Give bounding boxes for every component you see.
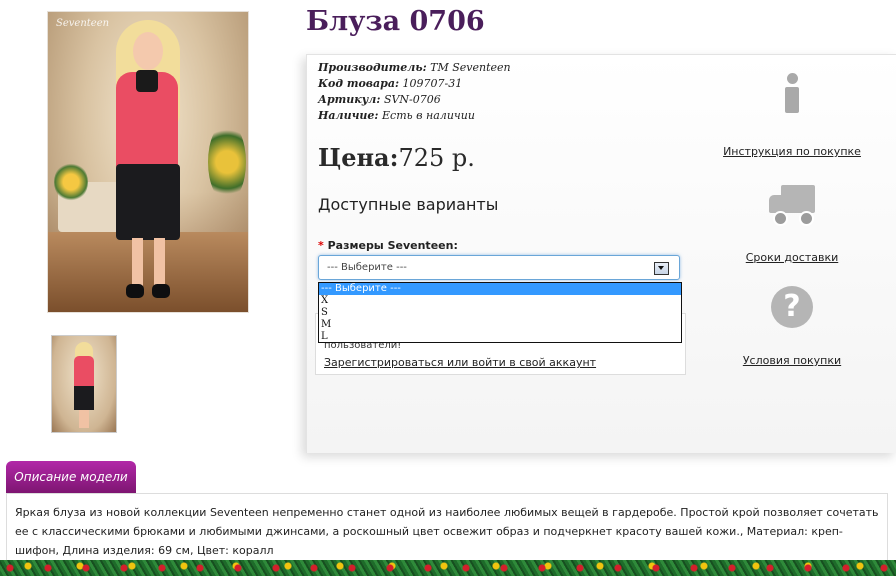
variants-title: Доступные варианты bbox=[318, 195, 499, 214]
size-option-s[interactable]: S bbox=[319, 307, 681, 319]
thumb-skirt bbox=[74, 386, 94, 410]
model-leg-right bbox=[154, 238, 165, 286]
instructions-link[interactable]: Инструкция по покупке bbox=[707, 145, 877, 158]
spec-article: Артикул: SVN-0706 bbox=[318, 93, 441, 106]
model-leg-left bbox=[132, 238, 143, 286]
product-title: Блуза 0706 bbox=[306, 6, 485, 37]
terms-link[interactable]: Условия покупки bbox=[707, 354, 877, 367]
required-mark: * bbox=[318, 239, 324, 252]
info-icon[interactable] bbox=[781, 73, 803, 115]
spec-manufacturer: Производитель: ТМ Seventeen bbox=[318, 61, 511, 74]
spec-availability: Наличие: Есть в наличии bbox=[318, 109, 475, 122]
model-face bbox=[133, 32, 163, 70]
delivery-block: Сроки доставки bbox=[707, 183, 877, 264]
terms-block: ? Условия покупки bbox=[707, 286, 877, 367]
photo-watermark: Seventeen bbox=[56, 18, 110, 29]
thumb-legs bbox=[79, 410, 89, 428]
product-main-photo[interactable]: Seventeen bbox=[47, 11, 249, 313]
size-select[interactable]: --- Выберите --- bbox=[318, 255, 680, 280]
question-icon[interactable]: ? bbox=[771, 286, 813, 328]
truck-icon[interactable] bbox=[767, 183, 817, 226]
spec-product-code: Код товара: 109707-31 bbox=[318, 77, 463, 90]
photo-floor bbox=[48, 232, 248, 312]
description-text: Яркая блуза из новой коллекции Seventeen… bbox=[6, 493, 888, 561]
size-option-m[interactable]: M bbox=[319, 319, 681, 331]
photo-flowers-left bbox=[54, 162, 88, 202]
model-skirt bbox=[116, 164, 180, 240]
holiday-garland-decoration bbox=[0, 560, 896, 576]
thumb-blouse bbox=[74, 356, 94, 388]
size-option-l[interactable]: L bbox=[319, 331, 681, 343]
model-shoe-right bbox=[152, 284, 170, 298]
size-option-placeholder[interactable]: --- Выберите --- bbox=[319, 283, 681, 295]
size-options-list[interactable]: --- Выберите --- X S M L bbox=[318, 282, 682, 343]
register-login-link[interactable]: Зарегистрироваться или войти в свой акка… bbox=[324, 356, 596, 369]
product-thumbnail[interactable] bbox=[51, 335, 117, 433]
photo-flowers-right bbox=[208, 122, 246, 202]
delivery-link[interactable]: Сроки доставки bbox=[707, 251, 877, 264]
instructions-block: Инструкция по покупке bbox=[707, 73, 877, 158]
tab-description[interactable]: Описание модели bbox=[6, 461, 136, 494]
chevron-down-icon[interactable] bbox=[654, 262, 669, 275]
product-info-panel: Производитель: ТМ Seventeen Код товара: … bbox=[306, 54, 896, 453]
size-select-value: --- Выберите --- bbox=[327, 262, 407, 273]
product-price: Цена:725 р. bbox=[318, 143, 475, 172]
model-shoe-left bbox=[126, 284, 144, 298]
size-label: * Размеры Seventeen: bbox=[318, 239, 458, 252]
model-collar bbox=[136, 70, 158, 92]
product-specs: Производитель: ТМ Seventeen Код товара: … bbox=[318, 60, 511, 124]
size-option-x[interactable]: X bbox=[319, 295, 681, 307]
